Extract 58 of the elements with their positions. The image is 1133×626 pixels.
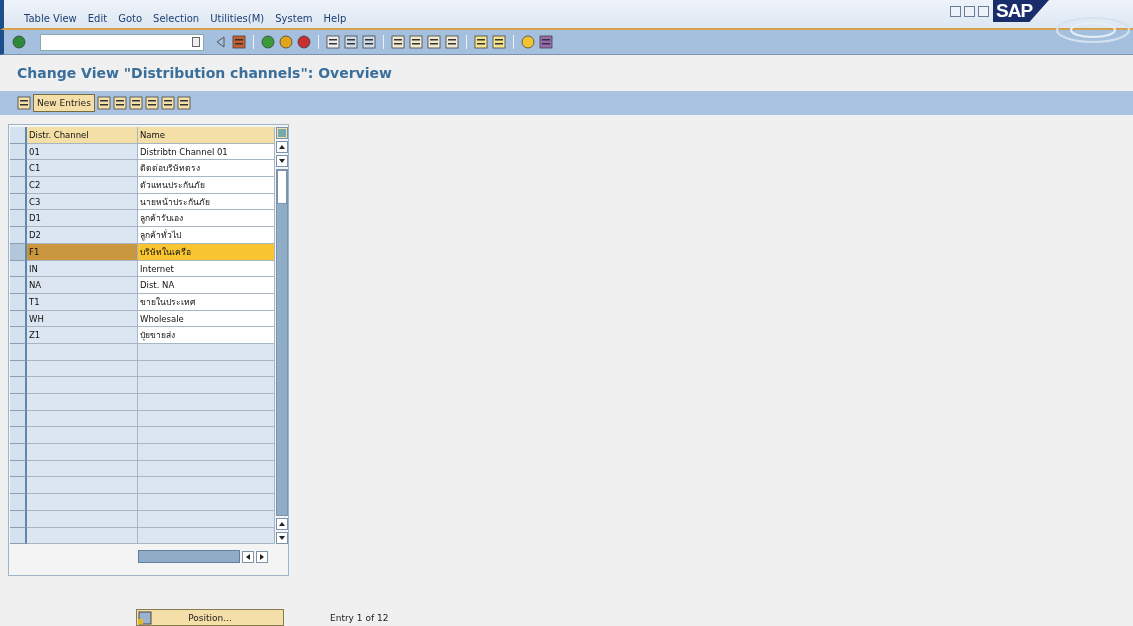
table-cell: C2 [27, 177, 138, 194]
position-button[interactable]: Position... [136, 609, 284, 626]
menu-item[interactable]: Help [323, 13, 347, 24]
table-cell: Z1 [27, 327, 138, 344]
scroll-left-button[interactable] [242, 550, 254, 563]
new-entries-button[interactable]: New Entries [33, 94, 95, 112]
table-cell: ติดต่อบริษัทตรง [138, 160, 275, 178]
back-arrow-icon[interactable] [214, 35, 228, 49]
table-cell: NA [27, 277, 138, 294]
row-selector[interactable] [10, 227, 27, 244]
left-arrow-icon [246, 553, 250, 560]
menu-item[interactable]: System [275, 13, 313, 24]
row-selector[interactable] [10, 160, 27, 178]
row-selector[interactable] [10, 494, 27, 511]
up-arrow-icon [279, 522, 285, 527]
scrollbar-thumb[interactable] [277, 170, 287, 204]
down-arrow-icon [279, 159, 285, 163]
table-cell: D1 [27, 210, 138, 228]
column-header[interactable]: Name [138, 127, 275, 144]
column-header[interactable]: Distr. Channel [27, 127, 138, 144]
right-arrow-icon [260, 553, 264, 560]
menu-item[interactable]: Selection [153, 13, 200, 24]
up-arrow-icon [279, 145, 285, 149]
menu-item[interactable]: Edit [87, 13, 108, 24]
row-selector[interactable] [10, 377, 27, 394]
table-cell: D2 [27, 227, 138, 244]
row-selector[interactable] [10, 394, 27, 411]
command-field[interactable] [40, 33, 204, 51]
scroll-down-button[interactable] [276, 155, 288, 167]
table-cell: C1 [27, 160, 138, 178]
table-cell: ปุ๋ยขายส่ง [138, 327, 275, 344]
scroll-up-button[interactable] [276, 141, 288, 153]
sap-logo: SAP [993, 0, 1049, 22]
row-selector[interactable] [10, 210, 27, 228]
table-cell: ลูกค้าทั่วไป [138, 227, 275, 244]
row-selector[interactable] [10, 444, 27, 461]
horizontal-scrollbar[interactable] [138, 550, 240, 564]
table-cell: Dist. NA [138, 277, 275, 294]
scroll-up-button[interactable] [276, 518, 288, 531]
screen-title: Change View "Distribution channels": Overview [17, 65, 393, 83]
menu-item[interactable]: Table View [24, 13, 77, 24]
scroll-right-button[interactable] [256, 550, 268, 563]
menu-item[interactable]: Utilities(M) [210, 13, 265, 24]
down-arrow-icon [279, 536, 285, 541]
table-cell: ลูกค้ารับเอง [138, 210, 275, 228]
row-selector[interactable] [10, 477, 27, 495]
row-selector[interactable] [10, 327, 27, 344]
table-cell: ตัวแทนประกันภัย [138, 177, 275, 194]
row-selector[interactable] [10, 427, 27, 445]
row-selector[interactable] [10, 277, 27, 294]
restore-button[interactable] [964, 6, 975, 17]
minimize-button[interactable] [950, 6, 961, 17]
row-selector[interactable] [10, 177, 27, 194]
close-button[interactable] [978, 6, 989, 17]
entry-count: Entry 1 of 12 [330, 612, 389, 623]
menu-item[interactable]: Goto [118, 13, 143, 24]
scroll-down-button[interactable] [276, 532, 288, 545]
select-all-button[interactable] [10, 127, 27, 144]
